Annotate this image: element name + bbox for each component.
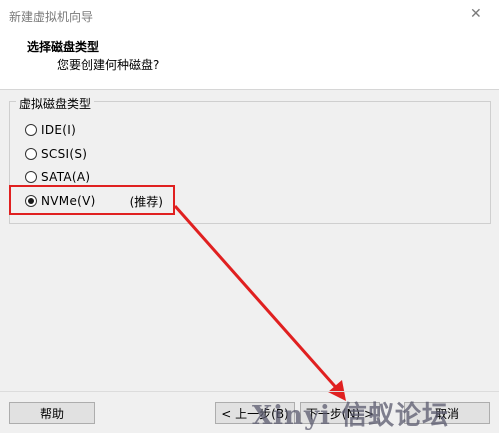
help-button[interactable]: 帮助 xyxy=(9,402,95,424)
annotation-arrow xyxy=(173,205,346,401)
footer-separator xyxy=(0,391,499,392)
watermark-logo: Xinyi 信蚁论坛 xyxy=(252,401,449,431)
annotation-arrow-shaft xyxy=(173,205,342,393)
